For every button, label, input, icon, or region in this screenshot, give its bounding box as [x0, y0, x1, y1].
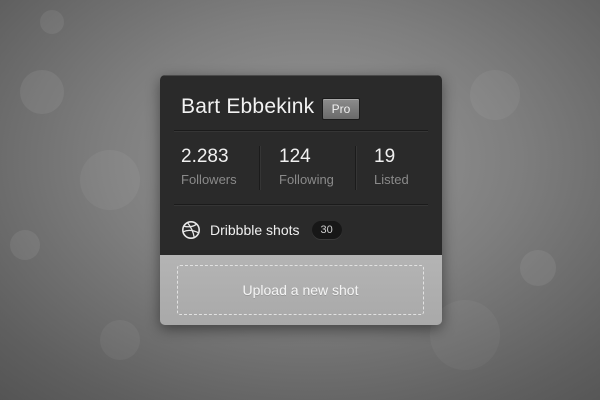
bokeh-dot — [40, 10, 64, 34]
upload-label: Upload a new shot — [242, 282, 359, 298]
dribbble-shots-link[interactable]: Dribbble shots 30 — [181, 219, 342, 241]
stat-label: Following — [279, 172, 334, 187]
shots-count-badge: 30 — [311, 221, 342, 239]
profile-name[interactable]: Bart Ebbekink — [181, 95, 314, 119]
stat-value: 19 — [374, 146, 396, 167]
upload-section: Upload a new shot — [160, 255, 442, 325]
bokeh-dot — [80, 150, 140, 210]
divider — [174, 204, 428, 205]
stat-separator — [355, 146, 356, 190]
bokeh-dot — [520, 250, 556, 286]
dribbble-ball-icon — [181, 220, 201, 240]
stat-following[interactable]: 124 Following — [279, 146, 334, 187]
upload-shot-button[interactable]: Upload a new shot — [177, 265, 424, 315]
divider — [174, 130, 428, 131]
pro-badge: Pro — [322, 98, 360, 120]
stat-label: Listed — [374, 172, 409, 187]
stat-label: Followers — [181, 172, 237, 187]
stat-followers[interactable]: 2.283 Followers — [181, 146, 237, 187]
stat-listed[interactable]: 19 Listed — [374, 146, 409, 187]
bokeh-dot — [470, 70, 520, 120]
bokeh-dot — [10, 230, 40, 260]
dribbble-shots-label: Dribbble shots — [210, 222, 300, 238]
profile-card-header: Bart Ebbekink Pro 2.283 Followers 124 Fo… — [160, 75, 442, 255]
stat-value: 2.283 — [181, 146, 229, 167]
stat-separator — [259, 146, 260, 190]
profile-card: Bart Ebbekink Pro 2.283 Followers 124 Fo… — [160, 75, 442, 325]
stat-value: 124 — [279, 146, 311, 167]
bokeh-dot — [100, 320, 140, 360]
bokeh-dot — [20, 70, 64, 114]
